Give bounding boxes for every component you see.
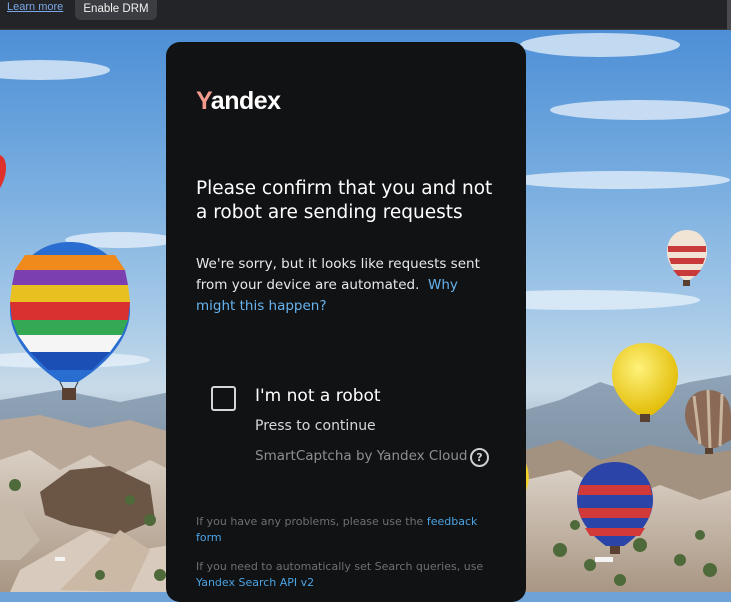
not-a-robot-checkbox[interactable] <box>211 386 236 411</box>
captcha-card: Yandex Please confirm that you and not a… <box>166 42 526 602</box>
yandex-logo-initial: Y <box>196 87 211 115</box>
learn-more-link[interactable]: Learn more <box>7 1 63 13</box>
yandex-logo-rest: andex <box>210 87 281 115</box>
drm-notification-bar: Learn more Enable DRM <box>0 0 731 30</box>
balloon-right-small <box>667 230 707 286</box>
yandex-logo: Yandex <box>196 87 281 116</box>
question-circle-icon[interactable]: ? <box>470 448 489 467</box>
footer-feedback-text: If you have any problems, please use the <box>196 515 427 528</box>
smartcaptcha-widget: I'm not a robot Press to continue SmartC… <box>196 372 501 472</box>
captcha-subtext: Press to continue <box>255 418 376 434</box>
footer-api-text: If you need to automatically set Search … <box>196 560 484 573</box>
footer-api: If you need to automatically set Search … <box>196 559 496 591</box>
scrollbar[interactable] <box>727 0 731 30</box>
captcha-label: I'm not a robot <box>255 386 381 406</box>
balloon-left <box>10 242 130 400</box>
search-api-link[interactable]: Yandex Search API v2 <box>196 576 314 589</box>
page-title: Please confirm that you and not a robot … <box>196 178 493 223</box>
description: We're sorry, but it looks like requests … <box>196 254 501 317</box>
captcha-brand: SmartCaptcha by Yandex Cloud <box>255 448 468 464</box>
footer-feedback: If you have any problems, please use the… <box>196 514 496 546</box>
enable-drm-button[interactable]: Enable DRM <box>75 0 157 20</box>
